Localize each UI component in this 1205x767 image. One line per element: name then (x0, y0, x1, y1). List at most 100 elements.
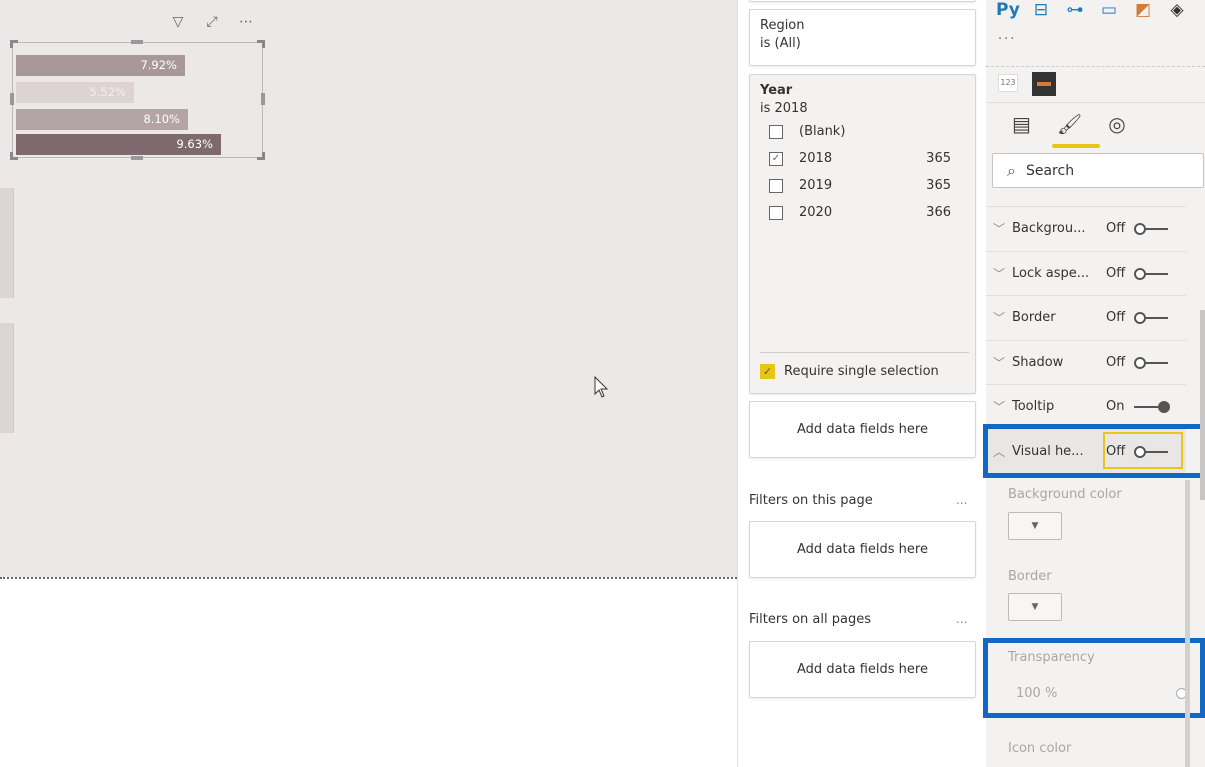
section-label: Lock aspe... (1012, 266, 1090, 281)
filter-option[interactable]: 2020 366 (760, 199, 965, 226)
checkbox-checked-icon[interactable]: ✓ (760, 364, 775, 379)
border-label: Border (1008, 569, 1052, 584)
checkbox-icon[interactable] (769, 205, 783, 220)
filters-all-pages-heading: Filters on all pages (749, 612, 871, 627)
filters-pane: Region is (All) Year is 2018 (Blank) ✓ 201… (737, 0, 985, 767)
partial-visual-left[interactable] (0, 188, 14, 298)
chevron-down-icon[interactable]: ﹀ (986, 220, 1012, 237)
section-label: Border (1012, 310, 1056, 325)
analytics-tab[interactable]: ◎ (1108, 112, 1125, 136)
border-color-dropdown[interactable]: ▼ (1008, 593, 1062, 621)
section-label: Tooltip (1012, 399, 1055, 414)
visual-header: ▽ ⤢ ⋯ (168, 14, 256, 30)
report-canvas[interactable]: ▽ ⤢ ⋯ 7.92% 5.52% 8.10% 9.63% (0, 0, 737, 577)
section-label: Backgrou... (1012, 221, 1086, 236)
toggle-state: On (1106, 399, 1125, 414)
filters-this-page-heading: Filters on this page (749, 493, 873, 508)
filter-card-region[interactable]: Region is (All) (749, 9, 976, 66)
resize-handle[interactable] (131, 156, 143, 160)
checkbox-checked-icon[interactable]: ✓ (769, 151, 783, 166)
more-options-icon[interactable]: ⋯ (236, 14, 256, 30)
option-label: 2018 (799, 151, 833, 166)
card-visual-icon[interactable]: 123 (998, 74, 1018, 92)
scrollbar[interactable] (1200, 310, 1205, 500)
toggle-switch[interactable] (1134, 311, 1170, 325)
filter-option[interactable]: 2019 365 (760, 172, 965, 199)
bar[interactable]: 7.92% (16, 55, 185, 76)
filter-card-year[interactable]: Year is 2018 (Blank) ✓ 2018 365 2019 365 2020 3… (749, 74, 976, 394)
filter-state: is (All) (760, 36, 801, 51)
decomposition-tree-icon[interactable]: ⊶ (1064, 0, 1086, 20)
key-influencers-icon[interactable]: ⊟ (1030, 0, 1052, 20)
option-label: (Blank) (799, 124, 846, 139)
require-single-selection[interactable]: ✓ Require single selection (760, 364, 939, 379)
toggle-switch[interactable] (1134, 400, 1170, 414)
divider (760, 352, 969, 353)
partial-visual-left[interactable] (0, 323, 14, 433)
option-label: 2020 (799, 205, 833, 220)
background-color-dropdown[interactable]: ▼ (1008, 512, 1062, 540)
checkbox-icon[interactable] (769, 178, 783, 193)
focus-ring (1103, 432, 1183, 469)
icon-color-label: Icon color (1008, 741, 1072, 756)
more-visuals-icon[interactable]: ... (998, 28, 1016, 43)
require-single-label: Require single selection (784, 364, 939, 379)
resize-handle[interactable] (261, 93, 265, 105)
filter-option[interactable]: (Blank) (760, 118, 965, 145)
bar[interactable]: 9.63% (16, 134, 221, 155)
chevron-down-icon[interactable]: ﹀ (986, 309, 1012, 326)
add-fields-page[interactable]: Add data fields here (749, 521, 976, 578)
filter-title: Year (760, 83, 793, 98)
resize-handle[interactable] (257, 152, 265, 160)
add-fields-visual[interactable]: Add data fields here (749, 401, 976, 458)
more-options-icon[interactable]: ... (956, 612, 967, 626)
custom-visual-icon[interactable] (1032, 72, 1056, 96)
qa-icon[interactable]: ▭ (1098, 0, 1120, 20)
chevron-down-icon[interactable]: ﹀ (986, 354, 1012, 371)
search-input[interactable]: ⌕ Search (992, 153, 1204, 188)
search-placeholder: Search (1025, 162, 1075, 179)
format-section[interactable]: ﹀ Border Off (986, 295, 1186, 339)
scrollbar[interactable] (1185, 480, 1190, 767)
resize-handle[interactable] (257, 40, 265, 48)
toggle-switch[interactable] (1134, 267, 1170, 281)
section-label: Shadow (1012, 355, 1064, 370)
toggle-switch[interactable] (1134, 356, 1170, 370)
fields-tab[interactable]: ▤ (1012, 112, 1031, 136)
resize-handle[interactable] (10, 93, 14, 105)
format-section[interactable]: ﹀ Lock aspe... Off (986, 251, 1186, 295)
filter-title: Region (760, 18, 805, 33)
resize-handle[interactable] (10, 40, 18, 48)
transparency-label: Transparency (1008, 650, 1095, 665)
filter-icon[interactable]: ▽ (168, 14, 188, 30)
add-fields-label: Add data fields here (797, 662, 928, 677)
more-options-icon[interactable]: ... (956, 493, 967, 507)
format-tab[interactable]: 🖌 (1057, 112, 1082, 136)
filter-option[interactable]: ✓ 2018 365 (760, 145, 965, 172)
option-label: 2019 (799, 178, 833, 193)
format-section[interactable]: ﹀ Tooltip On (986, 384, 1186, 428)
chevron-down-icon[interactable]: ﹀ (986, 398, 1012, 415)
divider (986, 102, 1205, 103)
filter-card-partial[interactable] (749, 0, 976, 2)
custom-visual-icon[interactable]: ◩ (1132, 0, 1154, 20)
chevron-down-icon[interactable]: ﹀ (986, 265, 1012, 282)
toggle-switch[interactable] (1134, 222, 1170, 236)
bar[interactable]: 8.10% (16, 109, 188, 130)
canvas-page-boundary (0, 577, 737, 767)
checkbox-icon[interactable] (769, 124, 783, 139)
focus-mode-icon[interactable]: ⤢ (202, 14, 222, 30)
power-apps-icon[interactable]: ◈ (1166, 0, 1188, 20)
mouse-cursor-icon (594, 376, 609, 398)
option-count: 365 (926, 151, 951, 166)
format-section[interactable]: ﹀ Shadow Off (986, 340, 1186, 384)
python-visual-icon[interactable]: Py (996, 0, 1020, 20)
resize-handle[interactable] (131, 40, 143, 44)
format-section[interactable]: ﹀ Backgrou... Off (986, 206, 1186, 250)
divider (986, 66, 1205, 67)
add-fields-all-pages[interactable]: Add data fields here (749, 641, 976, 698)
bar[interactable]: 5.52% (16, 82, 134, 103)
background-color-label: Background color (1008, 487, 1122, 502)
add-fields-label: Add data fields here (797, 542, 928, 557)
transparency-value[interactable]: 100 % (1016, 686, 1057, 701)
